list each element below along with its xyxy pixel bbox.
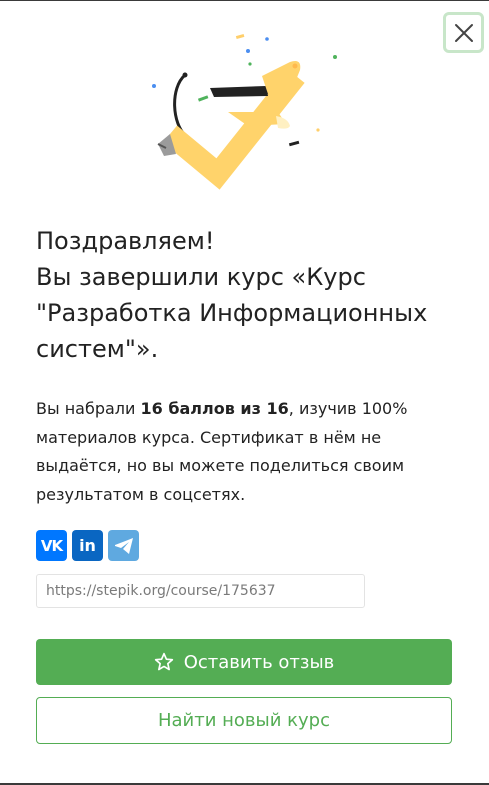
completion-title: Поздравляем! Вы завершили курс «Курс "Ра… — [36, 223, 456, 367]
find-new-course-button[interactable]: Найти новый курс — [36, 697, 452, 744]
checkmark-illustration — [152, 33, 337, 190]
close-button[interactable] — [443, 12, 484, 53]
telegram-icon — [114, 537, 133, 554]
title-line: систем"». — [36, 335, 159, 363]
leave-review-label: Оставить отзыв — [183, 651, 335, 673]
description-prefix: Вы набрали — [36, 399, 141, 418]
share-linkedin-button[interactable]: in — [72, 530, 103, 561]
star-icon — [154, 652, 173, 671]
share-vk-button[interactable]: VK — [36, 530, 67, 561]
course-complete-modal: Поздравляем! Вы завершили курс «Курс "Ра… — [0, 0, 489, 785]
title-line: Вы завершили курс «Курс — [36, 263, 366, 291]
completion-description: Вы набрали 16 баллов из 16, изучив 100% … — [36, 395, 436, 509]
share-telegram-button[interactable] — [108, 530, 139, 561]
course-link-field[interactable] — [36, 574, 365, 608]
score-text: 16 баллов из 16 — [140, 399, 289, 418]
find-new-course-label: Найти новый курс — [157, 710, 331, 731]
share-buttons: VK in — [36, 530, 139, 561]
title-line: Поздравляем! — [36, 227, 215, 255]
leave-review-button[interactable]: Оставить отзыв — [36, 639, 452, 685]
title-line: "Разработка Информационных — [36, 299, 428, 327]
close-icon — [454, 23, 473, 42]
vk-icon: VK — [40, 536, 63, 555]
linkedin-icon: in — [79, 536, 96, 555]
